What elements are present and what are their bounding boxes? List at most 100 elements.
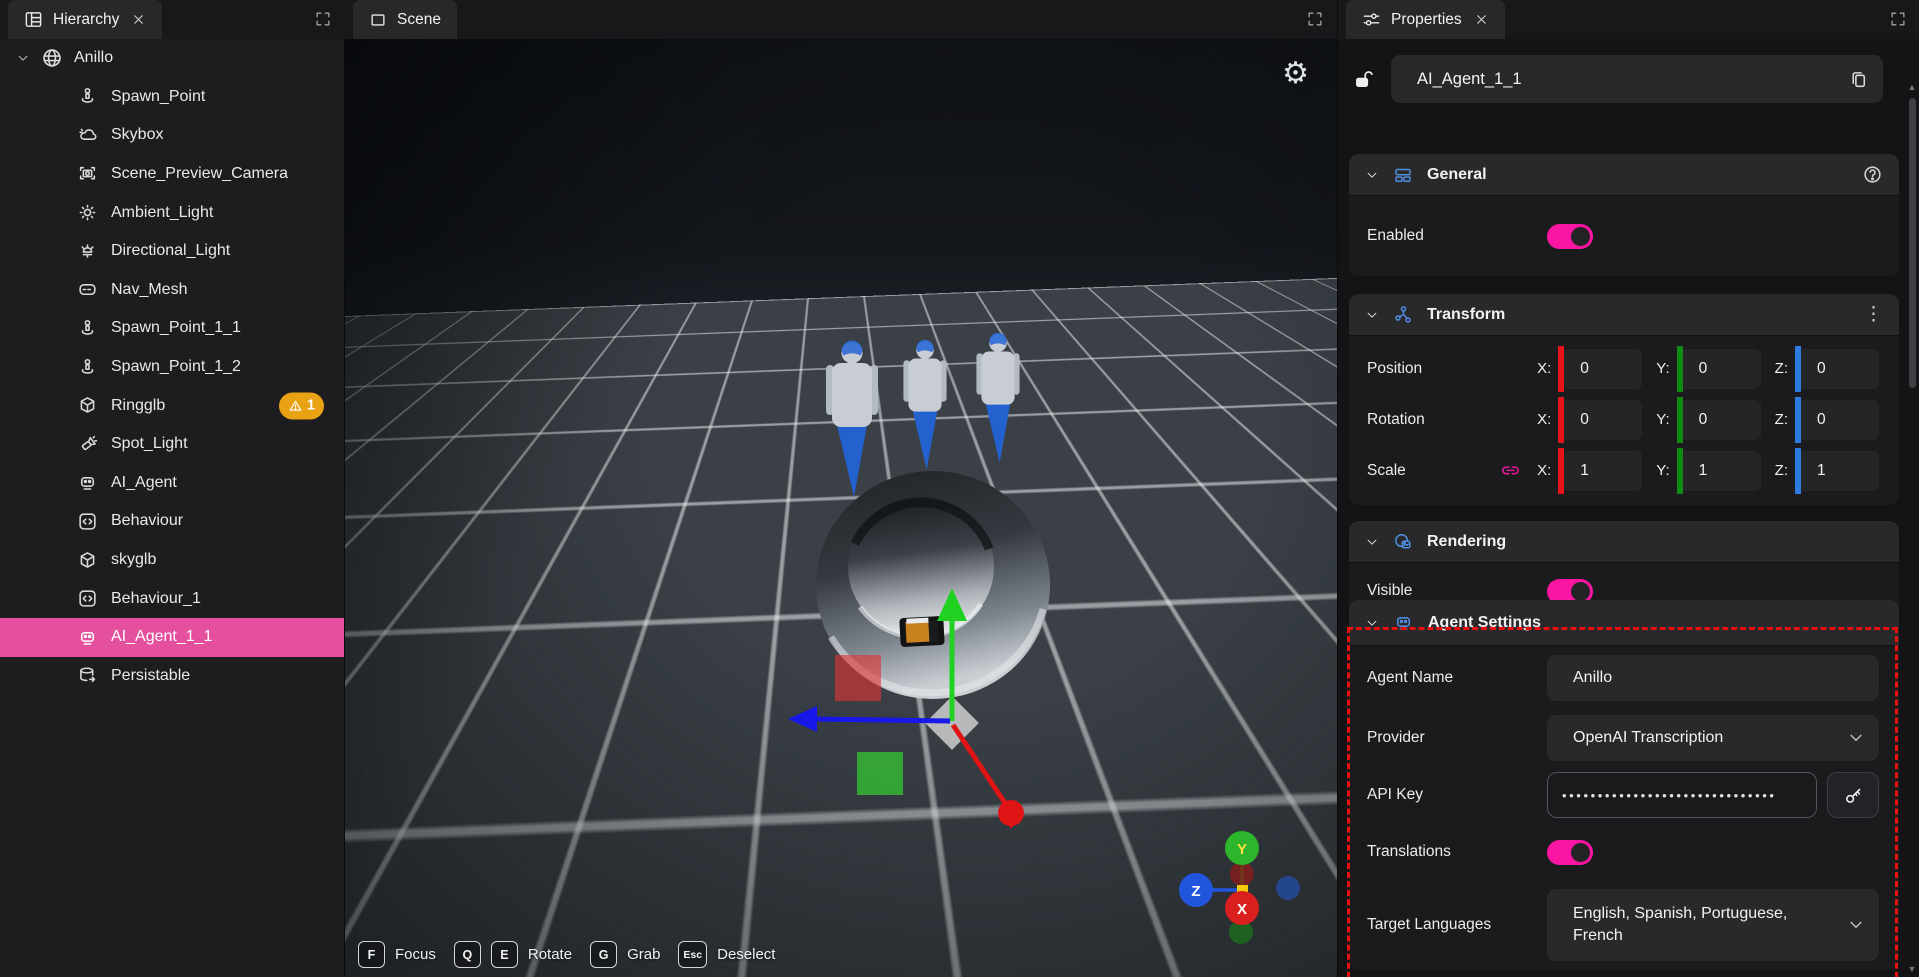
axis-prefix: X: [1537,462,1551,479]
hierarchy-item-skyglb[interactable]: skyglb [0,541,344,580]
properties-body: AI_Agent_1_1 General Enabled [1338,39,1919,977]
copy-icon[interactable] [1848,69,1869,90]
scale-y-input[interactable]: 1 [1683,451,1761,491]
hierarchy-root-anillo[interactable]: Anillo [0,39,344,78]
tab-hierarchy-label: Hierarchy [53,11,119,29]
transform-row-label: Scale [1367,462,1499,480]
chevron-down-icon [1847,916,1865,934]
chevron-down-icon[interactable] [1365,616,1379,630]
properties-scrollbar[interactable]: ▲ ▼ [1906,82,1918,974]
ambient-light-icon [76,202,98,223]
close-icon[interactable] [131,12,146,27]
position-z-input[interactable]: 0 [1801,349,1879,389]
warning-badge[interactable]: 1 [279,392,324,419]
provider-value: OpenAI Transcription [1573,727,1733,749]
hierarchy-item-spawn_point[interactable]: Spawn_Point [0,78,344,117]
hierarchy-item-label: Ambient_Light [111,204,213,222]
spawn-point-icon [76,318,98,339]
translations-toggle[interactable] [1547,840,1593,865]
hierarchy-tree: Anillo Spawn_PointSkybox Scene_Preview_Ca… [0,39,344,977]
rotation-y-input[interactable]: 0 [1683,400,1761,440]
svg-text:Y: Y [1237,841,1247,858]
hierarchy-item-scene_preview_camera[interactable]: Scene_Preview_Camera [0,155,344,194]
rotation-z-input[interactable]: 0 [1801,400,1879,440]
gizmo-axis-z [813,719,950,721]
target-languages-select[interactable]: English, Spanish, Portuguese, French [1547,889,1879,961]
orientation-gizmo[interactable]: Y Z X [1179,831,1300,944]
scene-window-icon [369,11,387,29]
entity-name-field[interactable]: AI_Agent_1_1 [1391,55,1883,103]
tab-scene[interactable]: Scene [353,0,457,39]
entity-name-value: AI_Agent_1_1 [1417,70,1522,89]
section-agent-header[interactable]: Agent Settings [1349,600,1899,646]
target-languages-label: Target Languages [1367,916,1547,934]
api-key-reveal-button[interactable] [1827,772,1879,818]
enabled-toggle[interactable] [1547,224,1593,249]
scene-tabstrip: Scene [345,0,1337,39]
expand-panel-icon[interactable] [314,10,333,29]
hierarchy-item-behaviour_1[interactable]: Behaviour_1 [0,579,344,618]
hierarchy-item-skybox[interactable]: Skybox [0,116,344,155]
hierarchy-item-behaviour[interactable]: Behaviour [0,502,344,541]
rotation-x-input[interactable]: 0 [1564,400,1642,440]
transform-row-rotation: RotationX:0Y:0Z:0 [1349,394,1899,445]
kebab-menu-icon[interactable]: ⋮ [1864,305,1883,324]
hierarchy-item-ambient_light[interactable]: Ambient_Light [0,193,344,232]
scrollbar-thumb[interactable] [1909,98,1916,388]
scroll-down-icon[interactable]: ▼ [1908,964,1917,974]
skybox-icon [76,125,98,146]
section-rendering-header[interactable]: Rendering [1349,521,1899,563]
hierarchy-item-nav_mesh[interactable]: Nav_Mesh [0,271,344,310]
agent-name-label: Agent Name [1367,669,1547,687]
chevron-down-icon [1847,729,1865,747]
lock-open-icon[interactable] [1352,68,1375,91]
tab-hierarchy[interactable]: Hierarchy [8,0,162,39]
axis-color-bar [1677,448,1683,494]
scale-x-input[interactable]: 1 [1564,451,1642,491]
tab-properties[interactable]: Properties [1346,0,1505,39]
link-scale-icon[interactable] [1500,460,1521,481]
code-icon [76,511,98,532]
position-x-group: X: 0 [1537,346,1642,392]
section-transform-header[interactable]: Transform ⋮ [1349,294,1899,336]
properties-panel: Properties AI_Agent_1_1 General [1337,0,1919,977]
api-key-input[interactable]: •••••••••••••••••••••••••••••• [1547,772,1817,818]
hierarchy-item-ai_agent_1_1[interactable]: AI_Agent_1_1 [0,618,344,657]
position-x-input[interactable]: 0 [1564,349,1642,389]
code-icon [76,588,98,609]
gear-icon[interactable]: ⚙ [1282,59,1309,89]
hierarchy-item-spawn_point_1_2[interactable]: Spawn_Point_1_2 [0,348,344,387]
hierarchy-item-label: Persistable [111,667,190,685]
hierarchy-item-ai_agent[interactable]: AI_Agent [0,464,344,503]
hierarchy-item-persistable[interactable]: Persistable [0,657,344,696]
close-icon[interactable] [1474,12,1489,27]
agent-name-input[interactable] [1547,655,1879,701]
axis-prefix: X: [1537,360,1551,377]
section-general-header[interactable]: General [1349,154,1899,196]
hierarchy-list: Spawn_PointSkybox Scene_Preview_Camera Amb… [0,78,344,696]
expand-viewport-icon[interactable] [1306,10,1325,29]
chevron-down-icon[interactable] [1365,168,1379,182]
hierarchy-item-label: Scene_Preview_Camera [111,165,288,183]
scene-viewport[interactable]: Y Z X ⚙ FFocusQERotateGGrabEscDeselect [345,39,1337,977]
scroll-up-icon[interactable]: ▲ [1908,82,1917,92]
provider-select[interactable]: OpenAI Transcription [1547,715,1879,761]
scale-z-input[interactable]: 1 [1801,451,1879,491]
api-key-row: API Key •••••••••••••••••••••••••••••• [1349,766,1899,824]
position-y-input[interactable]: 0 [1683,349,1761,389]
target-languages-value: English, Spanish, Portuguese, French [1573,903,1847,946]
hierarchy-item-label: Behaviour [111,512,183,530]
editor-app: Hierarchy Anillo Spawn_PointSkybox Scene_… [0,0,1919,977]
gizmo-plane-xz [857,752,903,795]
hierarchy-item-spot_light[interactable]: Spot_Light [0,425,344,464]
chevron-down-icon[interactable] [1365,308,1379,322]
transform-icon [1393,305,1413,325]
chevron-down-icon[interactable] [1365,535,1379,549]
expand-panel-icon[interactable] [1889,10,1908,29]
hierarchy-item-spawn_point_1_1[interactable]: Spawn_Point_1_1 [0,309,344,348]
hierarchy-item-ringglb[interactable]: Ringglb1 [0,386,344,425]
chevron-down-icon[interactable] [16,51,30,65]
section-transform-title: Transform [1427,306,1505,324]
hierarchy-item-directional_light[interactable]: Directional_Light [0,232,344,271]
help-icon[interactable] [1862,164,1883,185]
